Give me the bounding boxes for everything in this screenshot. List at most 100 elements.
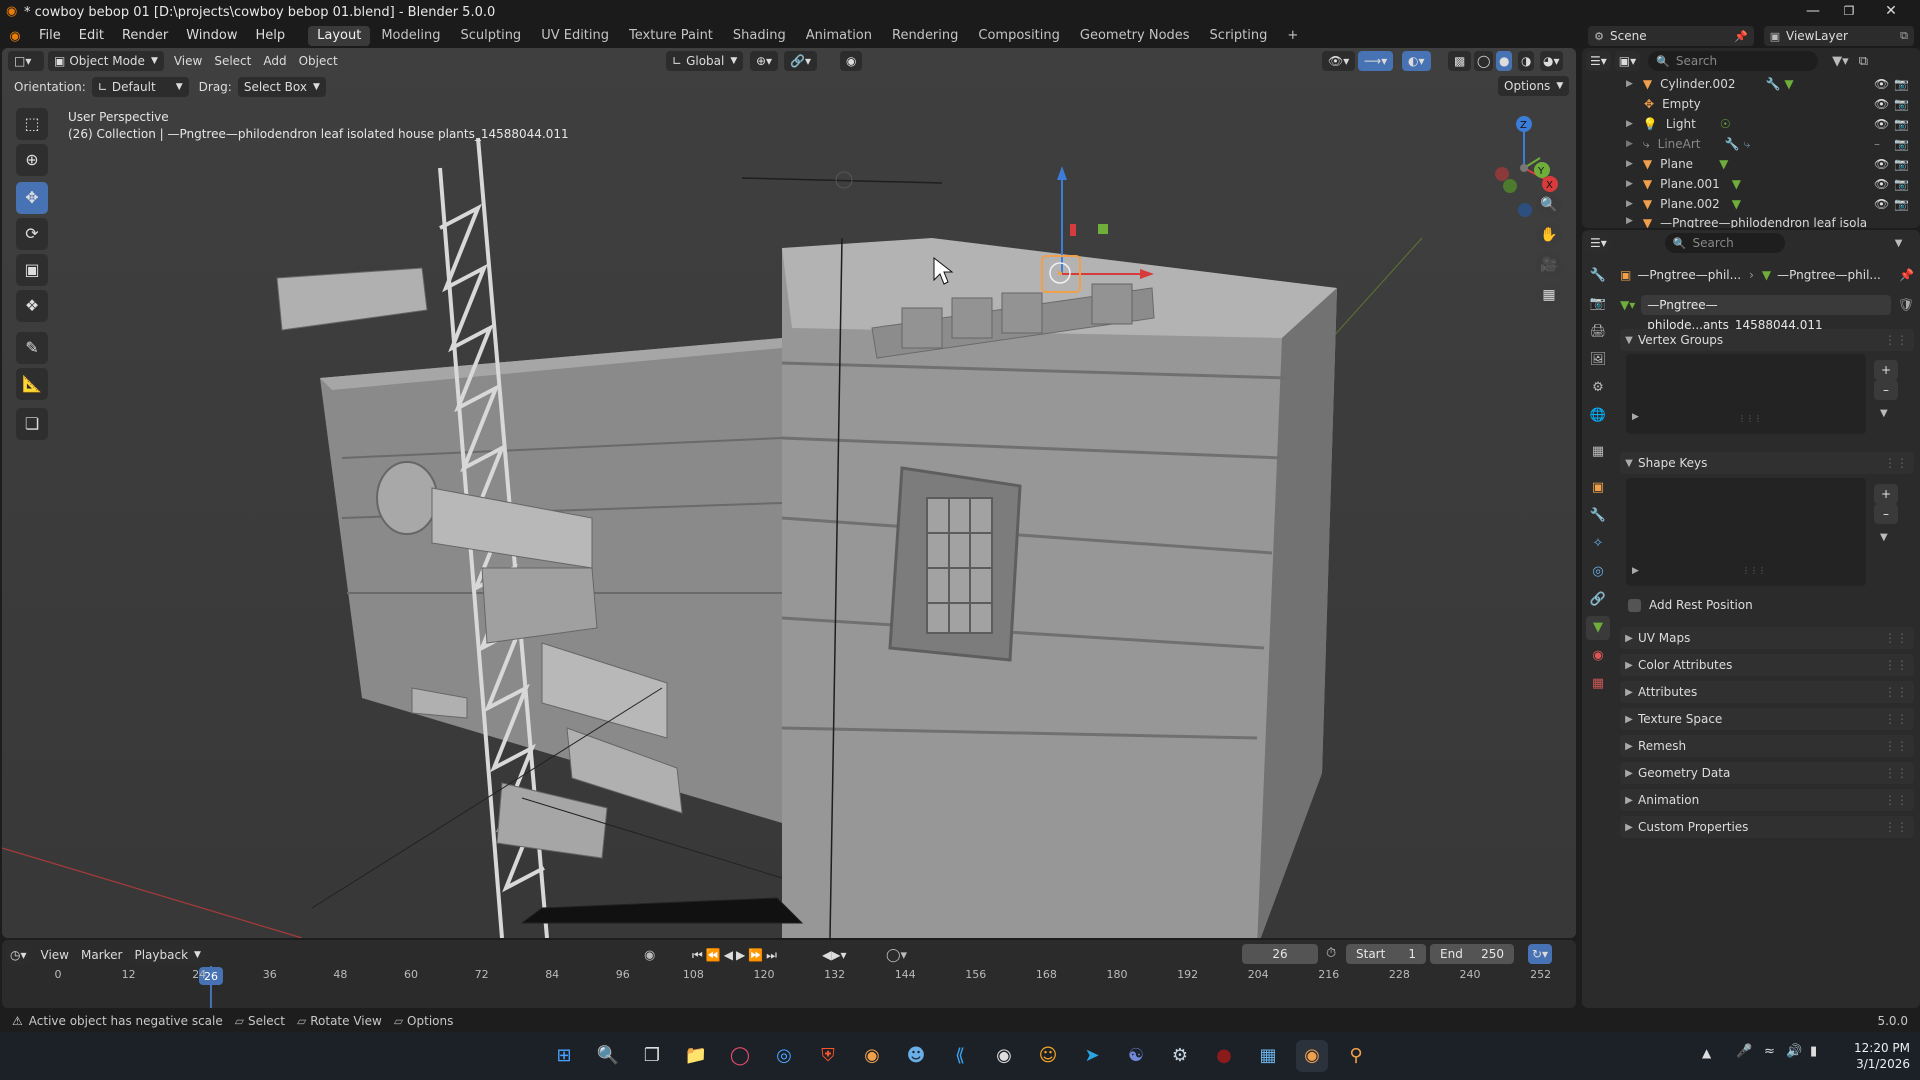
visibility-eye-icon[interactable]: 👁 xyxy=(1874,117,1889,131)
tab-animation[interactable]: Animation xyxy=(797,26,881,46)
outliner-search-input[interactable]: 🔍 Search xyxy=(1648,51,1819,71)
menu-render[interactable]: Render xyxy=(113,24,177,48)
expand-arrow-icon[interactable]: ▶ xyxy=(1626,119,1633,129)
render-camera-icon[interactable]: 📷 xyxy=(1894,77,1909,91)
cursor-tool[interactable]: ⊕ xyxy=(16,144,48,176)
proportional-edit-toggle[interactable]: ◉ xyxy=(840,51,863,71)
output-tab-icon[interactable]: 🖨 xyxy=(1586,320,1610,344)
outliner-item[interactable]: ▶ ▼ —Pngtree—philodendron leaf isola xyxy=(1582,216,1920,228)
wireframe-shading-button[interactable]: ◯ xyxy=(1474,51,1494,71)
app-dark-icon[interactable]: ● xyxy=(1208,1040,1240,1072)
move-tool[interactable]: ✥ xyxy=(16,182,48,214)
opera-icon[interactable]: ◯ xyxy=(724,1040,756,1072)
timeline-menu-marker[interactable]: Marker xyxy=(75,948,128,962)
clock[interactable]: 12:20 PM 3/1/2026 xyxy=(1836,1040,1910,1072)
telegram-icon[interactable]: ➤ xyxy=(1076,1040,1108,1072)
zoom-icon[interactable]: 🔍 xyxy=(1536,192,1562,218)
add-shape-key-button[interactable]: + xyxy=(1874,484,1898,504)
drag-handle-icon[interactable]: ⋮⋮ xyxy=(1884,333,1908,347)
drag-handle-icon[interactable]: ⋮⋮ xyxy=(1884,685,1908,699)
datablock-selector[interactable]: ▼▾ —Pngtree—philode...ants_14588044.011 … xyxy=(1620,294,1914,332)
godot-icon[interactable]: ☻ xyxy=(900,1040,932,1072)
render-camera-icon[interactable]: 📷 xyxy=(1894,137,1909,151)
3d-viewport[interactable]: □▾ ▣ Object Mode ▼ View Select Add Object … xyxy=(2,48,1576,938)
wifi-icon[interactable]: ≈ xyxy=(1764,1044,1775,1059)
outliner-item[interactable]: ▶ ⤷ LineArt 🔧 ⤷ – 📷 xyxy=(1582,134,1920,154)
remesh-panel-header[interactable]: ▶ Remesh ⋮⋮ xyxy=(1620,735,1914,757)
auto-keying-icon[interactable]: ◉ xyxy=(644,948,655,963)
new-layer-icon[interactable]: ⧉ xyxy=(1900,29,1908,43)
tray-chevron-up-icon[interactable]: ▲ xyxy=(1702,1046,1711,1060)
tab-modeling[interactable]: Modeling xyxy=(372,26,449,46)
snapping-icon[interactable]: ◯▾ xyxy=(886,948,907,963)
blender-menu-icon[interactable]: ◉ xyxy=(0,29,30,44)
shape-keys-panel-header[interactable]: ▼ Shape Keys ⋮⋮ xyxy=(1620,452,1914,474)
expand-arrow-icon[interactable]: ▶ xyxy=(1626,159,1633,169)
vertex-groups-list[interactable]: ▶ ⋮⋮⋮ xyxy=(1626,354,1866,434)
snap-toggle[interactable]: 🔗▾ xyxy=(784,51,817,71)
add-vertex-group-button[interactable]: + xyxy=(1874,360,1898,380)
mode-dropdown[interactable]: ▣ Object Mode ▼ xyxy=(48,51,164,71)
current-frame-field[interactable]: 26 xyxy=(1242,944,1318,964)
editor-type-icon[interactable]: □▾ xyxy=(8,51,44,71)
texture-space-panel-header[interactable]: ▶ Texture Space ⋮⋮ xyxy=(1620,708,1914,730)
file-explorer-icon[interactable]: 📁 xyxy=(680,1040,712,1072)
collection-tab-icon[interactable]: ▦ xyxy=(1586,440,1610,464)
stopwatch-icon[interactable]: ⏱ xyxy=(1326,946,1336,961)
transform-tool[interactable]: ❖ xyxy=(16,290,48,322)
particles-tab-icon[interactable]: ✧ xyxy=(1586,532,1610,556)
pivot-point-dropdown[interactable]: ⊕▾ xyxy=(750,51,779,71)
remove-shape-key-button[interactable]: – xyxy=(1874,504,1898,524)
render-camera-icon[interactable]: 📷 xyxy=(1894,97,1909,111)
edge-icon[interactable]: ◎ xyxy=(768,1040,800,1072)
visibility-eye-icon[interactable]: 👁 xyxy=(1874,77,1889,91)
drag-handle-icon[interactable]: ⋮⋮ xyxy=(1884,456,1908,470)
measure-tool[interactable]: 📐 xyxy=(16,368,48,400)
outliner-item[interactable]: ▶ 💡 Light ☉ 👁 📷 xyxy=(1582,114,1920,134)
expand-arrow-icon[interactable]: ▶ xyxy=(1626,199,1633,209)
vertex-groups-panel-header[interactable]: ▼ Vertex Groups ⋮⋮ xyxy=(1620,329,1914,351)
outliner-item[interactable]: ▶ ▼ Plane ▼ 👁 📷 xyxy=(1582,154,1920,174)
transform-orientation-dropdown[interactable]: ∟ Global ▼ xyxy=(666,51,744,71)
add-cube-tool[interactable]: ❏ xyxy=(16,408,48,440)
blender-taskbar-icon[interactable]: ◉ xyxy=(1296,1040,1328,1072)
drag-handle-icon[interactable]: ⋮⋮ xyxy=(1884,712,1908,726)
geometry-data-panel-header[interactable]: ▶ Geometry Data ⋮⋮ xyxy=(1620,762,1914,784)
custom-properties-panel-header[interactable]: ▶ Custom Properties ⋮⋮ xyxy=(1620,816,1914,838)
playback-controls[interactable]: ⏮⏪◀▶⏩⏭ xyxy=(692,948,780,963)
xray-toggle[interactable]: ▩ xyxy=(1448,51,1472,71)
timeline-menu-view[interactable]: View xyxy=(35,948,75,962)
discord-icon[interactable]: ☯ xyxy=(1120,1040,1152,1072)
visibility-eye-icon[interactable]: 👁 xyxy=(1874,97,1889,111)
tab-compositing[interactable]: Compositing xyxy=(969,26,1069,46)
app-search-icon[interactable]: ⚲ xyxy=(1340,1040,1372,1072)
render-camera-icon[interactable]: 📷 xyxy=(1894,117,1909,131)
constraints-tab-icon[interactable]: 🔗 xyxy=(1586,588,1610,612)
scale-tool[interactable]: ▣ xyxy=(16,254,48,286)
camera-view-icon[interactable]: 🎥 xyxy=(1536,252,1562,278)
visibility-hidden-icon[interactable]: – xyxy=(1874,137,1880,151)
obs-icon[interactable]: ◉ xyxy=(988,1040,1020,1072)
blender-alt-icon[interactable]: ◉ xyxy=(856,1040,888,1072)
drag-handle-icon[interactable]: ⋮⋮ xyxy=(1884,820,1908,834)
app-blocks-icon[interactable]: ▦ xyxy=(1252,1040,1284,1072)
app-face-icon[interactable]: ☺ xyxy=(1032,1040,1064,1072)
start-frame-field[interactable]: Start 1 xyxy=(1346,944,1426,964)
menu-file[interactable]: File xyxy=(30,24,70,48)
view-layer-tab-icon[interactable]: 🖼 xyxy=(1586,348,1610,372)
playback-dropdown[interactable]: Playback ▼ xyxy=(128,945,207,965)
material-tab-icon[interactable]: ◉ xyxy=(1586,644,1610,668)
object-tab-icon[interactable]: ▣ xyxy=(1586,476,1610,500)
view-layer-selector[interactable]: ▣ ViewLayer ⧉ xyxy=(1764,26,1914,46)
solid-shading-button[interactable]: ● xyxy=(1496,51,1513,71)
drag-handle-icon[interactable]: ⋮⋮ xyxy=(1884,631,1908,645)
timeline-sync-icon[interactable]: ↻▾ xyxy=(1528,944,1553,964)
list-filter-arrow-icon[interactable]: ▶ xyxy=(1632,566,1639,576)
new-collection-icon[interactable]: ⧉ xyxy=(1859,54,1868,69)
outliner-item[interactable]: ▶ ▼ Cylinder.002 🔧 ▼ 👁 📷 xyxy=(1582,74,1920,94)
drag-handle-icon[interactable]: ⋮⋮ xyxy=(1884,793,1908,807)
task-view-icon[interactable]: ❐ xyxy=(636,1040,668,1072)
fake-user-shield-icon[interactable]: 🛡 xyxy=(1897,298,1914,313)
animation-panel-header[interactable]: ▶ Animation ⋮⋮ xyxy=(1620,789,1914,811)
vertex-group-specials-icon[interactable]: ▼ xyxy=(1880,408,1888,419)
